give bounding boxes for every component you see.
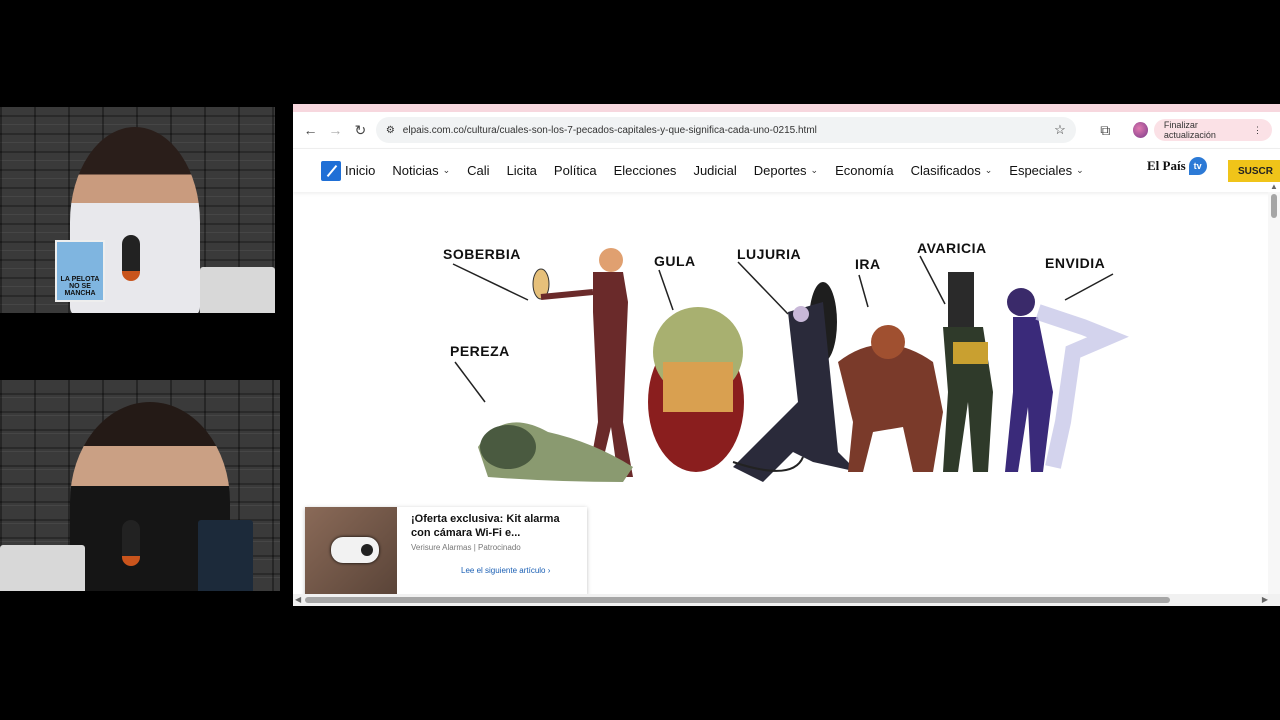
menu-icon[interactable]: ⋮ <box>1253 125 1262 136</box>
nav-item-noticias[interactable]: Noticias ⌄ <box>392 163 450 178</box>
nav-item-clasificados[interactable]: Clasificados ⌄ <box>911 163 993 178</box>
nav-item-label: Elecciones <box>613 163 677 178</box>
chevron-down-icon: ⌄ <box>810 165 819 175</box>
el-pais-tv-logo[interactable]: El País tv <box>1147 157 1207 175</box>
envidia-figure <box>1005 288 1129 472</box>
site-info-icon[interactable]: ⚙ <box>386 125 395 136</box>
security-camera-image <box>331 537 379 563</box>
nav-item-label: Deportes <box>753 163 807 178</box>
nav-item-label: Noticias <box>392 163 439 178</box>
pointer-line <box>452 263 529 301</box>
nav-item-politica[interactable]: Política <box>554 163 597 178</box>
webcam-feed-bottom <box>0 380 280 591</box>
label-avaricia: AVARICIA <box>917 240 987 256</box>
sponsored-ad-card[interactable]: ¡Oferta exclusiva: Kit alarma con cámara… <box>305 507 587 595</box>
poster-text: LA PELOTA NO SE MANCHA <box>60 276 100 297</box>
label-soberbia: SOBERBIA <box>443 246 521 262</box>
nav-item-inicio[interactable]: Inicio <box>345 163 375 178</box>
microphone <box>122 235 140 281</box>
ad-text: ¡Oferta exclusiva: Kit alarma con cámara… <box>397 507 587 595</box>
tv-badge: tv <box>1188 157 1207 175</box>
microphone <box>122 520 140 566</box>
pointer-line <box>658 269 674 311</box>
address-bar[interactable]: ⚙ elpais.com.co/cultura/cuales-son-los-7… <box>375 117 1076 143</box>
scroll-left-icon[interactable]: ◀ <box>295 595 301 604</box>
webcam-feed-top: LA PELOTA NO SE MANCHA <box>0 107 275 313</box>
browser-window: ← → ↻ ⚙ elpais.com.co/cultura/cuales-son… <box>293 104 1280 606</box>
laptop <box>0 545 85 591</box>
nav-item-economia[interactable]: Economía <box>835 163 894 178</box>
nav-item-label: Licita <box>506 163 537 178</box>
label-ira: IRA <box>855 256 881 272</box>
pointer-line <box>737 261 789 315</box>
tab-strip <box>293 104 1280 112</box>
label-gula: GULA <box>654 253 696 269</box>
site-navigation: Inicio Noticias ⌄ Cali Licita Política El… <box>293 148 1280 192</box>
vertical-scrollbar[interactable]: ▲ <box>1268 182 1280 594</box>
gula-figure <box>648 307 744 472</box>
nav-item-label: Judicial <box>693 163 737 178</box>
nav-item-label: Economía <box>835 163 894 178</box>
poster: LA PELOTA NO SE MANCHA <box>55 240 105 302</box>
el-pais-logo-icon[interactable] <box>321 160 341 181</box>
profile-avatar[interactable] <box>1132 122 1148 138</box>
brand-text: El País <box>1147 158 1186 173</box>
url-text: elpais.com.co/cultura/cuales-son-los-7-p… <box>402 124 817 136</box>
nav-item-licita[interactable]: Licita <box>507 163 537 178</box>
extensions-icon[interactable]: ⧉ <box>1096 120 1115 140</box>
scroll-right-icon[interactable]: ▶ <box>1262 595 1268 604</box>
nav-item-cali[interactable]: Cali <box>467 163 489 178</box>
ad-title[interactable]: ¡Oferta exclusiva: Kit alarma con cámara… <box>411 512 573 540</box>
ad-sponsored-label: Patrocinado <box>478 543 521 552</box>
book <box>198 520 253 591</box>
ad-advertiser: Verisure Alarmas <box>411 543 472 552</box>
next-article-link[interactable]: Lee el siguiente artículo › <box>461 566 573 575</box>
pointer-line <box>858 274 869 308</box>
nav-item-especiales[interactable]: Especiales ⌄ <box>1009 163 1083 178</box>
label-lujuria: LUJURIA <box>737 246 802 262</box>
chevron-down-icon: ⌄ <box>442 165 451 175</box>
bookmark-star-icon[interactable]: ☆ <box>1054 122 1066 138</box>
chevron-down-icon: ⌄ <box>1076 165 1084 175</box>
ad-thumbnail[interactable] <box>305 507 397 595</box>
nav-item-label: Política <box>553 163 597 178</box>
nav-item-elecciones[interactable]: Elecciones <box>614 163 677 178</box>
horizontal-scroll-thumb[interactable] <box>305 597 1170 603</box>
nav-item-label: Clasificados <box>910 163 981 178</box>
nav-item-deportes[interactable]: Deportes ⌄ <box>754 163 818 178</box>
nav-item-label: Cali <box>467 163 490 178</box>
laptop <box>200 267 275 313</box>
lujuria-figure <box>732 282 858 482</box>
label-envidia: ENVIDIA <box>1045 255 1106 271</box>
horizontal-scrollbar[interactable]: ◀ ▶ <box>293 594 1280 606</box>
next-article-label: Lee el siguiente artículo <box>461 566 546 575</box>
ad-separator: | <box>473 543 476 552</box>
pointer-line <box>1064 273 1114 301</box>
pointer-line <box>454 361 486 403</box>
finish-update-button[interactable]: Finalizar actualización ⋮ <box>1153 119 1272 141</box>
avaricia-figure <box>943 272 993 472</box>
forward-icon[interactable]: → <box>326 120 345 140</box>
scroll-up-icon[interactable]: ▲ <box>1270 182 1278 191</box>
chevron-down-icon: ⌄ <box>984 165 993 175</box>
vertical-scroll-thumb[interactable] <box>1271 194 1277 218</box>
ira-figure <box>838 325 943 472</box>
back-icon[interactable]: ← <box>301 120 320 140</box>
browser-toolbar: ← → ↻ ⚙ elpais.com.co/cultura/cuales-son… <box>293 112 1280 148</box>
reload-icon[interactable]: ↻ <box>351 120 370 140</box>
nav-item-label: Especiales <box>1009 163 1073 178</box>
nav-item-judicial[interactable]: Judicial <box>693 163 736 178</box>
chevron-right-icon: › <box>547 566 551 575</box>
pointer-line <box>919 255 946 305</box>
nav-item-label: Inicio <box>345 163 376 178</box>
ad-sponsor: Verisure Alarmas | Patrocinado <box>411 543 573 552</box>
finish-update-label: Finalizar actualización <box>1163 120 1216 140</box>
article-content: SOBERBIA GULA LUJURIA IRA AVARICIA ENVID… <box>293 192 1280 602</box>
subscribe-button[interactable]: SUSCR <box>1228 160 1280 182</box>
label-pereza: PEREZA <box>450 343 510 359</box>
